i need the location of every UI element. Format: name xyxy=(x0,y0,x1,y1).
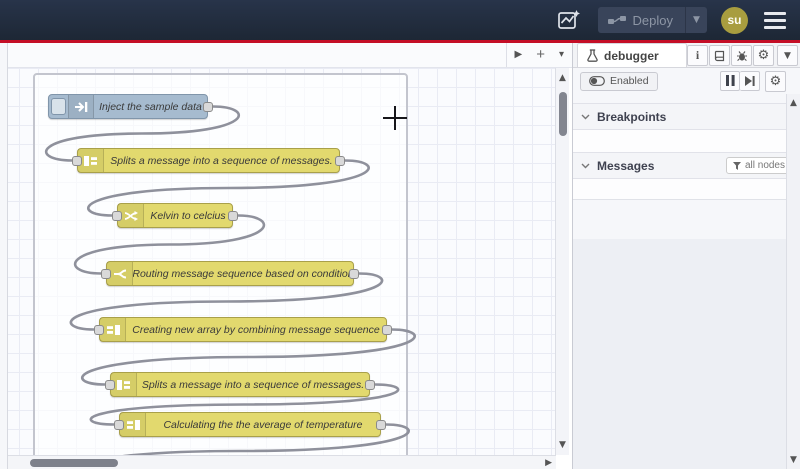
enabled-label: Enabled xyxy=(610,75,649,87)
node-label: Splits a message into a sequence of mess… xyxy=(141,378,365,391)
vertical-scroll-thumb[interactable] xyxy=(559,92,567,136)
info-icon: i xyxy=(695,48,700,62)
flow-assistant-icon xyxy=(557,10,580,29)
gear-icon: ⚙ xyxy=(769,73,782,89)
gear-icon: ⚙ xyxy=(757,48,770,63)
output-port[interactable] xyxy=(203,101,213,112)
flow-node[interactable]: Splits a message into a sequence of mess… xyxy=(105,372,375,397)
breakpoints-section-header[interactable]: Breakpoints xyxy=(573,103,800,130)
bug-icon xyxy=(736,50,747,61)
debugger-toolbar: Enabled ⚙ xyxy=(573,68,800,94)
scroll-down-arrow-icon[interactable]: ▼ xyxy=(787,455,800,465)
sidebar-scrollbar[interactable]: ▲ ▼ xyxy=(786,94,800,469)
output-port[interactable] xyxy=(376,419,386,430)
user-avatar[interactable]: su xyxy=(721,6,748,34)
output-port[interactable] xyxy=(365,379,375,390)
step-button[interactable] xyxy=(740,70,760,91)
scroll-up-arrow-icon[interactable]: ▲ xyxy=(556,73,569,83)
canvas-vertical-scrollbar[interactable]: ▲ ▼ xyxy=(555,68,569,455)
output-port[interactable] xyxy=(349,268,359,279)
breakpoints-list xyxy=(573,130,800,152)
tab-debugger[interactable]: debugger xyxy=(577,43,687,67)
input-port[interactable] xyxy=(94,324,104,335)
flow-node[interactable]: Inject the sample data xyxy=(48,94,213,119)
toggle-icon xyxy=(589,76,605,86)
node-label: Creating new array by combining message … xyxy=(132,323,380,336)
sidebar-tabs-caret-button[interactable]: ▼ xyxy=(777,45,798,66)
flow-node[interactable]: Calculating the the average of temperatu… xyxy=(114,412,386,437)
debugger-enabled-toggle[interactable]: Enabled xyxy=(580,71,658,91)
header-bar: Deploy ▼ su xyxy=(0,0,800,40)
palette-edge-strip xyxy=(0,43,8,469)
node-label: Calculating the the average of temperatu… xyxy=(163,418,363,431)
node-label: Kelvin to celcius xyxy=(150,209,226,222)
step-icon xyxy=(744,75,755,86)
output-port[interactable] xyxy=(382,324,392,335)
docs-button[interactable] xyxy=(709,45,730,66)
input-port[interactable] xyxy=(101,268,111,279)
messages-section-header[interactable]: Messages all nodes xyxy=(573,152,800,179)
node-label: Inject the sample data xyxy=(99,100,202,113)
debugger-settings-button[interactable]: ⚙ xyxy=(765,70,786,92)
input-port[interactable] xyxy=(114,419,124,430)
messages-filter-button[interactable]: all nodes xyxy=(725,157,792,174)
tab-label: debugger xyxy=(604,48,659,63)
flow-node[interactable]: Routing message sequence based on condit… xyxy=(101,261,359,286)
input-port[interactable] xyxy=(72,155,82,166)
deploy-nodes-icon xyxy=(607,15,626,24)
pause-button[interactable] xyxy=(720,70,740,91)
sidebar-tab-bar: debugger i ⚙ ▼ xyxy=(573,43,800,68)
messages-list xyxy=(573,179,800,200)
workspace-tab-bar: ▶ + ▾ xyxy=(0,43,572,68)
output-port[interactable] xyxy=(228,210,238,221)
breakpoints-title: Breakpoints xyxy=(597,109,667,124)
funnel-icon xyxy=(732,161,741,170)
book-icon xyxy=(714,50,724,61)
scroll-up-arrow-icon[interactable]: ▲ xyxy=(787,98,800,108)
chevron-down-icon xyxy=(581,114,590,119)
output-port[interactable] xyxy=(335,155,345,166)
scroll-tabs-right-button[interactable]: ▶ xyxy=(515,50,523,60)
flow-workspace: ▶ + ▾ Inject the sample data Splits a me… xyxy=(0,43,573,469)
debug-button[interactable] xyxy=(731,45,752,66)
hamburger-menu-icon xyxy=(764,11,786,15)
add-flow-button[interactable]: + xyxy=(536,47,545,62)
flow-canvas[interactable]: Inject the sample data Splits a message … xyxy=(0,68,556,455)
messages-title: Messages xyxy=(597,158,655,173)
flow-node[interactable]: Kelvin to celcius xyxy=(112,203,238,228)
deploy-button[interactable]: Deploy ▼ xyxy=(597,7,707,33)
node-label: Routing message sequence based on condit… xyxy=(133,267,353,280)
chevron-down-icon xyxy=(581,163,590,168)
scroll-right-arrow-icon[interactable]: ▶ xyxy=(545,458,552,468)
flask-icon xyxy=(587,49,598,62)
settings-button[interactable]: ⚙ xyxy=(753,45,774,66)
sidebar: debugger i ⚙ ▼ Enabled ⚙ Breakpoints Mes… xyxy=(573,43,800,469)
node-label: Splits a message into a sequence of mess… xyxy=(110,154,333,167)
filter-label: all nodes xyxy=(744,160,785,171)
deploy-options-caret[interactable]: ▼ xyxy=(685,7,707,33)
input-port[interactable] xyxy=(105,379,115,390)
flow-assistant-button[interactable] xyxy=(554,7,584,33)
input-port[interactable] xyxy=(112,210,122,221)
main-menu-button[interactable] xyxy=(762,8,788,33)
caret-down-icon: ▼ xyxy=(784,50,791,61)
inject-arrow-icon xyxy=(68,95,94,118)
flow-node[interactable]: Creating new array by combining message … xyxy=(94,317,392,342)
canvas-horizontal-scrollbar[interactable]: ▶ xyxy=(8,455,556,469)
info-button[interactable]: i xyxy=(687,45,708,66)
scroll-down-arrow-icon[interactable]: ▼ xyxy=(556,440,569,450)
flow-list-caret-button[interactable]: ▾ xyxy=(559,50,564,60)
inject-trigger-button[interactable] xyxy=(51,98,66,115)
flow-node[interactable]: Splits a message into a sequence of mess… xyxy=(72,148,345,173)
deploy-label: Deploy xyxy=(632,12,673,28)
horizontal-scroll-thumb[interactable] xyxy=(30,459,118,467)
pause-icon xyxy=(725,75,735,86)
